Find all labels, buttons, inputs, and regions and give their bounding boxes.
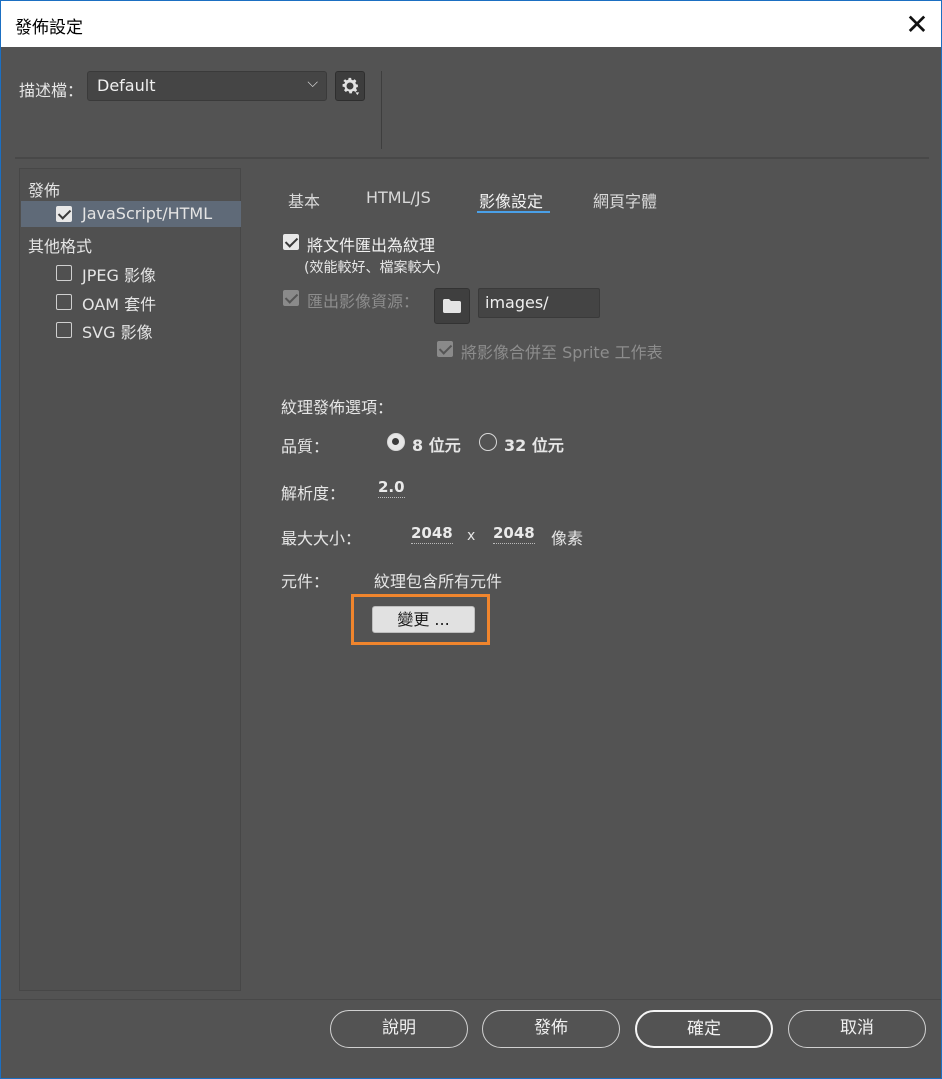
- sidebar-item-jpeg[interactable]: JPEG 影像: [20, 259, 240, 285]
- ok-button[interactable]: 確定: [635, 1010, 773, 1048]
- export-texture-label: 將文件匯出為紋理: [307, 236, 436, 255]
- max-size-separator: x: [467, 528, 476, 544]
- sidebar-item-label: JavaScript/HTML: [82, 204, 213, 223]
- active-tab-indicator: [477, 211, 550, 213]
- sidebar-item-javascript-html[interactable]: JavaScript/HTML: [21, 201, 241, 227]
- quality-8bit-radio[interactable]: [387, 433, 405, 451]
- browse-folder-button[interactable]: [434, 288, 470, 324]
- combine-sprite-label: 將影像合併至 Sprite 工作表: [461, 343, 663, 362]
- max-size-unit: 像素: [551, 529, 584, 548]
- profile-select[interactable]: Default ⌵: [87, 71, 327, 101]
- close-button[interactable]: ✕: [893, 1, 941, 47]
- window-title: 發佈設定: [15, 18, 83, 38]
- tab-web-fonts[interactable]: 網頁字體: [593, 188, 657, 212]
- chevron-down-icon: ⌵: [307, 75, 318, 91]
- resolution-label: 解析度：: [281, 484, 346, 503]
- quality-label: 品質：: [281, 437, 330, 456]
- close-icon: ✕: [905, 7, 929, 41]
- sidebar-heading-publish: 發佈: [28, 181, 61, 200]
- resolution-value[interactable]: 2.0: [378, 478, 405, 498]
- quality-8bit-label: 8 位元: [412, 436, 461, 455]
- image-path-value: images/: [485, 293, 549, 312]
- sidebar-item-oam[interactable]: OAM 套件: [20, 288, 240, 314]
- symbols-label: 元件：: [281, 572, 330, 591]
- quality-32bit-label: 32 位元: [504, 436, 564, 455]
- cancel-button[interactable]: 取消: [788, 1010, 926, 1048]
- header-divider: [15, 157, 929, 159]
- profile-settings-button[interactable]: [335, 71, 365, 101]
- export-texture-checkbox[interactable]: [283, 234, 299, 250]
- svg-checkbox[interactable]: [56, 322, 72, 338]
- folder-icon: [443, 299, 461, 313]
- sidebar-item-label: OAM 套件: [82, 295, 157, 314]
- max-width-value[interactable]: 2048: [411, 524, 453, 544]
- texture-options-heading: 紋理發佈選項：: [281, 398, 394, 417]
- title-bar: 發佈設定 ✕: [1, 1, 941, 47]
- symbols-value: 紋理包含所有元件: [374, 572, 503, 591]
- tab-image-settings[interactable]: 影像設定: [479, 188, 543, 212]
- image-path-input[interactable]: images/: [478, 288, 600, 318]
- sidebar-item-label: SVG 影像: [82, 323, 153, 342]
- max-size-label: 最大大小：: [281, 529, 362, 548]
- sidebar-heading-other-formats: 其他格式: [28, 237, 93, 256]
- max-height-value[interactable]: 2048: [493, 524, 535, 544]
- publish-settings-dialog: 發佈設定 ✕ 描述檔： Default ⌵ 發佈 JavaScript/HTML…: [0, 0, 942, 1079]
- jpeg-checkbox[interactable]: [56, 265, 72, 281]
- export-texture-hint: (效能較好、檔案較大): [304, 260, 441, 276]
- javascript-html-checkbox[interactable]: [56, 206, 72, 222]
- oam-checkbox[interactable]: [56, 294, 72, 310]
- tab-html-js[interactable]: HTML/JS: [366, 188, 431, 207]
- sidebar-item-label: JPEG 影像: [82, 266, 156, 285]
- export-assets-label: 匯出影像資源：: [307, 292, 420, 311]
- change-button[interactable]: 變更 ...: [372, 606, 475, 633]
- gear-icon: [342, 77, 360, 96]
- help-button[interactable]: 說明: [330, 1010, 468, 1048]
- publish-button[interactable]: 發佈: [482, 1010, 620, 1048]
- toolbar-divider: [381, 71, 382, 149]
- quality-32bit-radio[interactable]: [479, 433, 497, 451]
- format-sidebar: 發佈 JavaScript/HTML 其他格式 JPEG 影像 OAM 套件 S…: [19, 168, 241, 991]
- export-assets-checkbox[interactable]: [283, 290, 299, 306]
- sidebar-item-svg[interactable]: SVG 影像: [20, 316, 240, 342]
- profile-label: 描述檔：: [19, 81, 84, 100]
- combine-sprite-checkbox[interactable]: [437, 341, 453, 357]
- tab-basic[interactable]: 基本: [288, 188, 320, 212]
- footer-divider: [1, 999, 941, 1000]
- profile-value: Default: [97, 76, 156, 95]
